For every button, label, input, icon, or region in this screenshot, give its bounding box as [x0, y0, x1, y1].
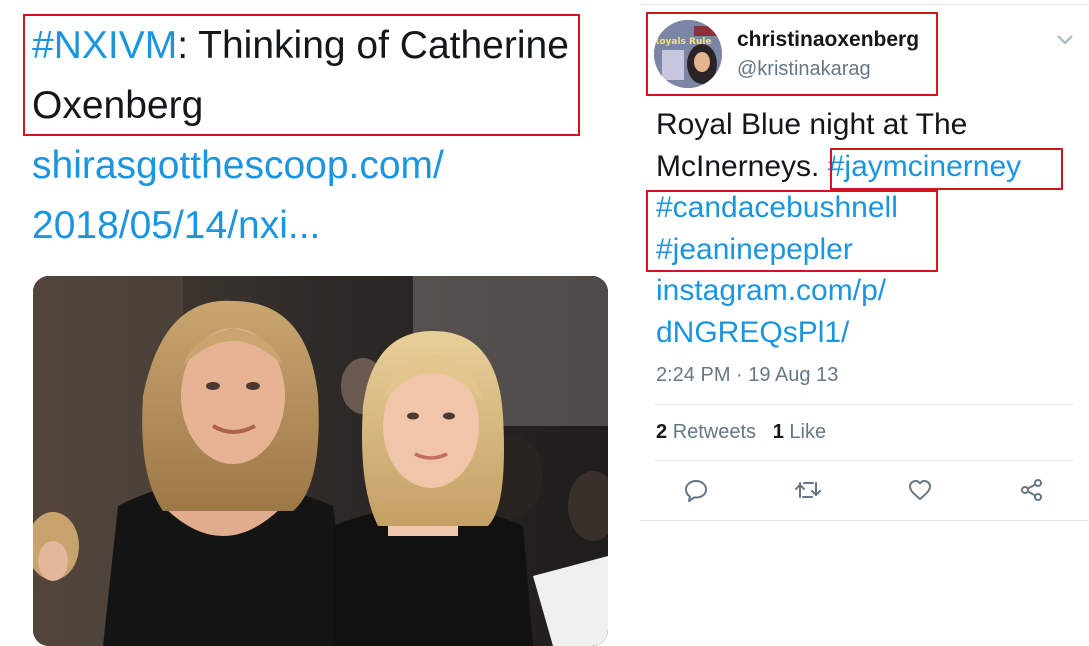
- share-icon[interactable]: [1012, 470, 1052, 510]
- instagram-link-line2[interactable]: dNGREQsPl1/: [656, 316, 849, 349]
- pane-divider: [630, 0, 640, 640]
- right-tweet: Royals Rule christinaoxenberg @kristinak…: [640, 0, 1089, 640]
- retweets-stat[interactable]: 2 Retweets: [656, 421, 756, 443]
- instagram-link-line1[interactable]: instagram.com/p/: [656, 274, 886, 307]
- user-handle[interactable]: @kristinakarag: [737, 58, 871, 81]
- avatar[interactable]: Royals Rule: [654, 20, 722, 88]
- hashtag-candacebushnell[interactable]: #candacebushnell: [656, 191, 898, 224]
- hashtag-jeaninepepler[interactable]: #jeaninepepler: [656, 233, 853, 266]
- likes-stat[interactable]: 1 Like: [773, 421, 826, 443]
- likes-label: Like: [789, 421, 827, 443]
- hashtag-jaymcinerney[interactable]: #jaymcinerney: [828, 150, 1021, 183]
- left-tweet-text: #NXIVM: Thinking of Catherine Oxenberg s…: [32, 16, 592, 256]
- top-divider: [640, 4, 1089, 5]
- avatar-image: Royals Rule: [654, 20, 722, 88]
- hashtag-nxivm[interactable]: #NXIVM: [32, 24, 177, 67]
- chevron-down-icon[interactable]: [1052, 26, 1078, 52]
- display-name[interactable]: christinaoxenberg: [737, 28, 919, 52]
- tweet-timestamp[interactable]: 2:24 PM · 19 Aug 13: [656, 364, 838, 387]
- divider: [654, 404, 1074, 405]
- tweet-actions: [640, 470, 1089, 514]
- divider: [654, 460, 1074, 461]
- reply-icon[interactable]: [676, 470, 716, 510]
- bottom-divider: [640, 520, 1089, 521]
- like-icon[interactable]: [900, 470, 940, 510]
- retweets-count: 2: [656, 421, 668, 443]
- retweets-label: Retweets: [672, 421, 757, 443]
- photo-image: [33, 276, 608, 646]
- article-link-line1[interactable]: shirasgotthescoop.com/: [32, 136, 592, 196]
- article-link-line2[interactable]: 2018/05/14/nxi...: [32, 196, 592, 256]
- tweet-stats: 2 Retweets 1 Like: [656, 421, 826, 444]
- retweet-icon[interactable]: [788, 470, 828, 510]
- likes-count: 1: [772, 421, 784, 443]
- tweet-photo[interactable]: [33, 276, 608, 646]
- left-tweet: #NXIVM: Thinking of Catherine Oxenberg s…: [0, 0, 630, 646]
- right-tweet-text: Royal Blue night at The McInerneys. #jay…: [656, 104, 1086, 353]
